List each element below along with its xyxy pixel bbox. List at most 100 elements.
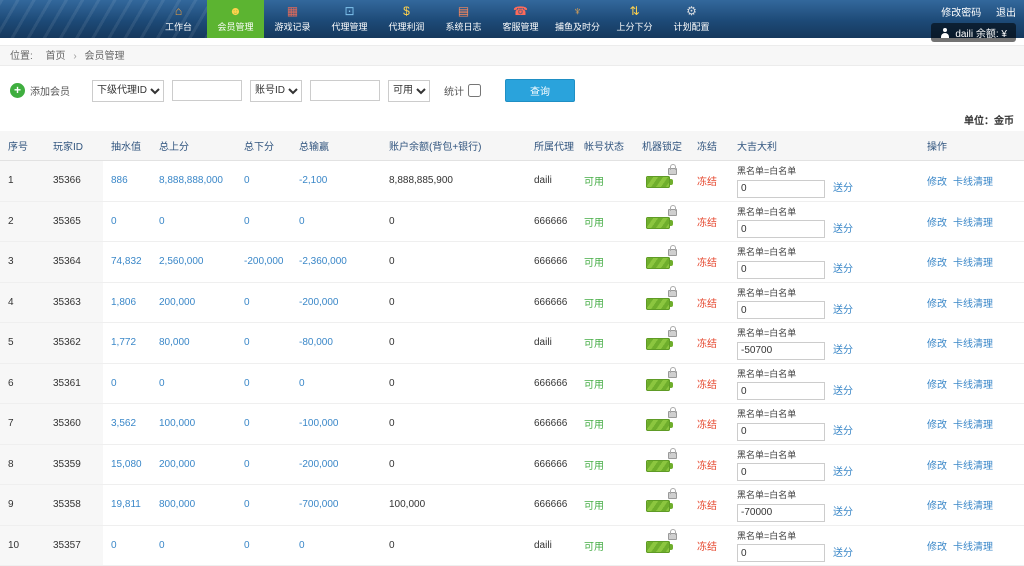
machine-lock-icon[interactable] [646,298,670,310]
status-filter-select[interactable]: 可用 [388,80,430,102]
freeze-link[interactable]: 冻结 [697,218,717,229]
breadcrumb-home-link[interactable]: 首页 [46,51,66,62]
add-member-button[interactable]: + 添加会员 [10,83,70,98]
clear-line-link[interactable]: 卡线清理 [953,420,993,431]
nav-item-system-logs[interactable]: ▤系统日志 [435,0,492,38]
freeze-link[interactable]: 冻结 [697,258,717,269]
nav-item-fishing-points[interactable]: ♆捕鱼及时分 [549,0,606,38]
freeze-cell: 冻结 [689,363,729,404]
actions-cell: 修改卡线清理 [919,282,1024,323]
freeze-link[interactable]: 冻结 [697,339,717,350]
clear-line-link[interactable]: 卡线清理 [953,542,993,553]
freeze-cell: 冻结 [689,525,729,566]
clear-line-link[interactable]: 卡线清理 [953,339,993,350]
edit-link[interactable]: 修改 [927,218,947,229]
send-points-link[interactable]: 送分 [833,345,853,356]
edit-link[interactable]: 修改 [927,258,947,269]
account-balance-badge[interactable]: daili 余额: ¥ [931,23,1016,42]
column-header: 序号 [0,131,45,161]
stats-checkbox[interactable] [468,84,481,97]
clear-line-link[interactable]: 卡线清理 [953,299,993,310]
send-points-link[interactable]: 送分 [833,386,853,397]
clear-line-link[interactable]: 卡线清理 [953,177,993,188]
nav-item-customer-service[interactable]: ☎客服管理 [492,0,549,38]
edit-link[interactable]: 修改 [927,420,947,431]
machine-lock-icon[interactable] [646,217,670,229]
logout-link[interactable]: 退出 [996,8,1016,19]
machine-lock-icon[interactable] [646,460,670,472]
points-input[interactable] [737,220,825,238]
points-input[interactable] [737,261,825,279]
freeze-link[interactable]: 冻结 [697,420,717,431]
points-input[interactable] [737,463,825,481]
points-input[interactable] [737,301,825,319]
send-points-link[interactable]: 送分 [833,507,853,518]
machine-lock-icon[interactable] [646,257,670,269]
points-input[interactable] [737,180,825,198]
points-input[interactable] [737,504,825,522]
account-filter-select[interactable]: 账号ID [250,80,302,102]
table-row: 103535700000daili可用冻结黑名单=白名单送分修改卡线清理 [0,525,1024,566]
freeze-link[interactable]: 冻结 [697,542,717,553]
edit-link[interactable]: 修改 [927,501,947,512]
machine-lock-cell [634,282,689,323]
search-button[interactable]: 查询 [505,79,575,102]
edit-link[interactable]: 修改 [927,542,947,553]
edit-link[interactable]: 修改 [927,380,947,391]
machine-lock-icon[interactable] [646,338,670,350]
agent-id-input[interactable] [172,80,242,101]
freeze-link[interactable]: 冻结 [697,501,717,512]
send-points-link[interactable]: 送分 [833,548,853,559]
send-points-link[interactable]: 送分 [833,183,853,194]
clear-line-link[interactable]: 卡线清理 [953,258,993,269]
row-index: 10 [0,525,45,566]
clear-line-link[interactable]: 卡线清理 [953,501,993,512]
nav-item-workbench[interactable]: ⌂工作台 [150,0,207,38]
freeze-link[interactable]: 冻结 [697,380,717,391]
edit-link[interactable]: 修改 [927,177,947,188]
nav-item-game-records[interactable]: ▦游戏记录 [264,0,321,38]
machine-lock-icon[interactable] [646,176,670,188]
account-id-input[interactable] [310,80,380,101]
freeze-link[interactable]: 冻结 [697,461,717,472]
nav-item-points-updown[interactable]: ⇅上分下分 [606,0,663,38]
total-points-up: 100,000 [151,404,236,445]
points-input[interactable] [737,342,825,360]
machine-lock-icon[interactable] [646,541,670,553]
send-points-link[interactable]: 送分 [833,426,853,437]
nav-item-agent-profit[interactable]: $代理利润 [378,0,435,38]
points-input[interactable] [737,544,825,562]
column-header: 操作 [919,131,1024,161]
machine-lock-icon[interactable] [646,379,670,391]
account-balance: 0 [381,282,526,323]
column-header: 冻结 [689,131,729,161]
freeze-link[interactable]: 冻结 [697,299,717,310]
send-points-link[interactable]: 送分 [833,264,853,275]
nav-item-agent-mgmt[interactable]: ⊡代理管理 [321,0,378,38]
unlock-icon [668,330,677,337]
send-points-link[interactable]: 送分 [833,467,853,478]
nav-item-members[interactable]: ☻会员管理 [207,0,264,38]
clear-line-link[interactable]: 卡线清理 [953,380,993,391]
machine-lock-icon[interactable] [646,419,670,431]
nav-item-label: 代理利润 [388,20,424,33]
edit-link[interactable]: 修改 [927,461,947,472]
edit-link[interactable]: 修改 [927,299,947,310]
send-points-link[interactable]: 送分 [833,224,853,235]
nav-item-plan-config[interactable]: ⚙计划配置 [663,0,720,38]
clear-line-link[interactable]: 卡线清理 [953,218,993,229]
change-password-link[interactable]: 修改密码 [941,8,981,19]
total-winloss: -2,360,000 [291,242,381,283]
edit-link[interactable]: 修改 [927,339,947,350]
row-index: 8 [0,444,45,485]
actions-cell: 修改卡线清理 [919,525,1024,566]
agent-filter-select[interactable]: 下级代理ID [92,80,164,102]
points-input[interactable] [737,423,825,441]
freeze-link[interactable]: 冻结 [697,177,717,188]
machine-lock-icon[interactable] [646,500,670,512]
rake-value: 0 [103,525,151,566]
points-input[interactable] [737,382,825,400]
send-points-link[interactable]: 送分 [833,305,853,316]
fish-icon: ♆ [573,5,582,18]
clear-line-link[interactable]: 卡线清理 [953,461,993,472]
